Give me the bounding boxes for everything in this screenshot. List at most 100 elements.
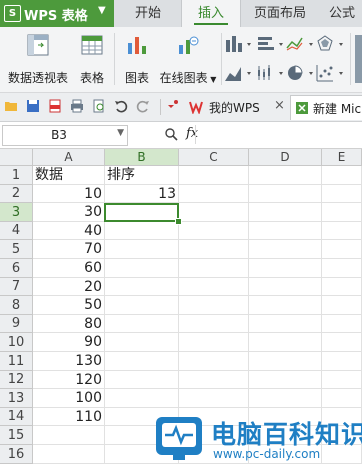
- app-menu-button[interactable]: S WPS 表格 ▼: [0, 0, 114, 27]
- cell-a8[interactable]: 50: [33, 296, 105, 315]
- cell-a9[interactable]: 80: [33, 315, 105, 333]
- cell-e12[interactable]: [322, 371, 362, 389]
- cell-e13[interactable]: [322, 389, 362, 408]
- cell-d3[interactable]: [249, 203, 322, 222]
- cell-a13[interactable]: 100: [33, 389, 105, 408]
- row-header[interactable]: 9: [0, 315, 33, 333]
- row-header[interactable]: 1: [0, 166, 33, 185]
- cell-b7[interactable]: [105, 278, 179, 296]
- cell-e11[interactable]: [322, 352, 362, 371]
- cell-a5[interactable]: 70: [33, 240, 105, 259]
- cell-e2[interactable]: [322, 185, 362, 203]
- cell-a14[interactable]: 110: [33, 408, 105, 426]
- select-all-corner[interactable]: [0, 149, 33, 166]
- doc-tab-new-workbook[interactable]: 新建 Mic: [290, 95, 362, 120]
- column-header-c[interactable]: C: [179, 149, 249, 166]
- cell-e6[interactable]: [322, 259, 362, 278]
- cell-e8[interactable]: [322, 296, 362, 315]
- row-header[interactable]: 12: [0, 371, 33, 389]
- column-header-d[interactable]: D: [249, 149, 322, 166]
- online-chart-button[interactable]: 在线图表 ▼: [156, 33, 220, 86]
- row-header[interactable]: 10: [0, 333, 33, 352]
- name-box[interactable]: B3 ▼: [2, 125, 128, 146]
- cell-d5[interactable]: [249, 240, 322, 259]
- cell-a15[interactable]: [33, 426, 105, 445]
- row-header[interactable]: 6: [0, 259, 33, 278]
- scatter-chart-button[interactable]: [316, 63, 346, 83]
- cell-e1[interactable]: [322, 166, 362, 185]
- tab-insert[interactable]: 插入: [181, 0, 241, 27]
- row-header[interactable]: 5: [0, 240, 33, 259]
- ribbon-overflow-icon[interactable]: [355, 35, 362, 83]
- fill-handle[interactable]: [175, 218, 182, 225]
- cell-d2[interactable]: [249, 185, 322, 203]
- cell-c9[interactable]: [179, 315, 249, 333]
- pie-chart-button[interactable]: [286, 63, 316, 83]
- doc-tab-mywps[interactable]: 我的WPS ×: [183, 95, 288, 119]
- row-header[interactable]: 2: [0, 185, 33, 203]
- table-button[interactable]: 表格: [76, 33, 108, 86]
- cell-d11[interactable]: [249, 352, 322, 371]
- save-icon[interactable]: [26, 99, 40, 113]
- column-header-b[interactable]: B: [105, 149, 179, 166]
- cell-e4[interactable]: [322, 222, 362, 240]
- cell-b10[interactable]: [105, 333, 179, 352]
- cell-a10[interactable]: 90: [33, 333, 105, 352]
- cell-d12[interactable]: [249, 371, 322, 389]
- cell-d9[interactable]: [249, 315, 322, 333]
- cell-a11[interactable]: 130: [33, 352, 105, 371]
- cell-a7[interactable]: 20: [33, 278, 105, 296]
- pivot-table-button[interactable]: 数据透视表: [6, 33, 70, 86]
- cell-c12[interactable]: [179, 371, 249, 389]
- cell-c11[interactable]: [179, 352, 249, 371]
- cell-c2[interactable]: [179, 185, 249, 203]
- row-header[interactable]: 14: [0, 408, 33, 426]
- row-header[interactable]: 11: [0, 352, 33, 371]
- area-chart-button[interactable]: [224, 63, 254, 83]
- cell-a6[interactable]: 60: [33, 259, 105, 278]
- tab-formulas[interactable]: 公式: [322, 0, 362, 27]
- tab-page-layout[interactable]: 页面布局: [246, 0, 314, 27]
- stock-chart-button[interactable]: [256, 63, 286, 83]
- cell-d13[interactable]: [249, 389, 322, 408]
- cell-c1[interactable]: [179, 166, 249, 185]
- cell-c8[interactable]: [179, 296, 249, 315]
- cell-c6[interactable]: [179, 259, 249, 278]
- cell-b12[interactable]: [105, 371, 179, 389]
- cell-d4[interactable]: [249, 222, 322, 240]
- cell-d6[interactable]: [249, 259, 322, 278]
- cell-c13[interactable]: [179, 389, 249, 408]
- formula-input[interactable]: [195, 125, 362, 144]
- cell-b9[interactable]: [105, 315, 179, 333]
- cell-e10[interactable]: [322, 333, 362, 352]
- cell-e5[interactable]: [322, 240, 362, 259]
- cell-b4[interactable]: [105, 222, 179, 240]
- row-header[interactable]: 16: [0, 445, 33, 464]
- cell-b13[interactable]: [105, 389, 179, 408]
- bar-chart-button[interactable]: [256, 34, 286, 54]
- print-preview-icon[interactable]: [92, 99, 106, 113]
- cell-b6[interactable]: [105, 259, 179, 278]
- column-chart-button[interactable]: [224, 34, 254, 54]
- column-header-e[interactable]: E: [322, 149, 362, 166]
- chart-button[interactable]: 图表: [120, 33, 154, 86]
- zoom-search-icon[interactable]: [164, 127, 178, 141]
- customize-toolbar-icon[interactable]: [165, 99, 179, 113]
- tab-home[interactable]: 开始: [124, 0, 172, 27]
- cell-a1[interactable]: 数据: [33, 166, 105, 185]
- redo-icon[interactable]: [136, 99, 150, 113]
- row-header[interactable]: 13: [0, 389, 33, 408]
- cell-c4[interactable]: [179, 222, 249, 240]
- cell-d1[interactable]: [249, 166, 322, 185]
- cell-b5[interactable]: [105, 240, 179, 259]
- row-header[interactable]: 15: [0, 426, 33, 445]
- cell-a16[interactable]: [33, 445, 105, 464]
- cell-c7[interactable]: [179, 278, 249, 296]
- column-header-a[interactable]: A: [33, 149, 105, 166]
- cell-d10[interactable]: [249, 333, 322, 352]
- cell-b11[interactable]: [105, 352, 179, 371]
- open-folder-icon[interactable]: [4, 99, 18, 113]
- cell-b1[interactable]: 排序: [105, 166, 179, 185]
- cell-a2[interactable]: 10: [33, 185, 105, 203]
- cell-d8[interactable]: [249, 296, 322, 315]
